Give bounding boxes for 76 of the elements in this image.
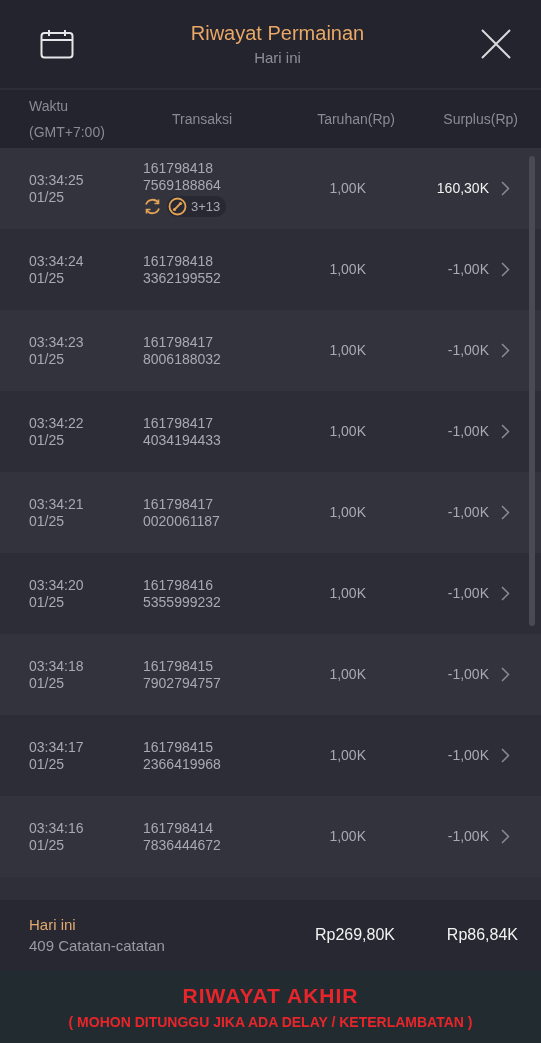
details-button[interactable] — [501, 424, 510, 439]
time-cell-text: 03:34:18 01/25 — [29, 657, 85, 692]
time-cell-text: 03:34:22 01/25 — [29, 414, 85, 449]
bonus-badge: 3+13 — [167, 196, 227, 217]
surplus-cell-text: -1,00K — [446, 828, 489, 845]
table-row[interactable]: 03:34:23 01/25 161798417 8006188032 1,00K -1,00K — [0, 310, 541, 391]
time-cell-text: 03:34:25 01/25 — [29, 171, 85, 206]
time-cell-text: 03:34:21 01/25 — [29, 495, 85, 530]
column-header: Transaksi — [172, 110, 234, 129]
page-title: Riwayat Permainan — [190, 22, 365, 45]
transaction-cell-text: 161798414 7836444672 — [143, 819, 222, 854]
record-count: 409 Catatan-catatan — [29, 937, 166, 954]
chevron-right-icon — [501, 748, 510, 763]
surplus-cell-text: -1,00K — [446, 423, 489, 440]
chevron-right-icon — [501, 667, 510, 682]
time-cell-text: 03:34:24 01/25 — [29, 252, 85, 287]
bet-cell-text: 1,00K — [328, 666, 366, 683]
column-header: Surplus(Rp) — [442, 110, 518, 129]
transaction-cell-text: 161798416 5355999232 — [143, 576, 222, 611]
banner-title: RIWAYAT AKHIR — [182, 983, 359, 1008]
chevron-right-icon — [501, 181, 510, 196]
column-header: Waktu (GMT+7:00) — [29, 97, 106, 142]
bet-cell-text: 1,00K — [328, 261, 366, 278]
surplus-cell-text: -1,00K — [446, 585, 489, 602]
table-row[interactable]: 03:34:21 01/25 161798417 0020061187 1,00K -1,00K — [0, 472, 541, 553]
surplus-cell-text: 160,30K — [435, 180, 489, 197]
column-header: Taruhan(Rp) — [316, 110, 395, 129]
chevron-right-icon — [501, 505, 510, 520]
page-subtitle: Hari ini — [254, 49, 301, 66]
chevron-right-icon — [501, 586, 510, 601]
calendar-button[interactable] — [40, 29, 74, 59]
time-cell-text: 03:34:17 01/25 — [29, 738, 85, 773]
bet-cell-text: 1,00K — [328, 180, 366, 197]
details-button[interactable] — [501, 505, 510, 520]
surplus-cell-text: -1,00K — [446, 261, 489, 278]
details-button[interactable] — [501, 748, 510, 763]
total-bet: Rp269,80K — [313, 926, 395, 944]
details-button[interactable] — [501, 343, 510, 358]
chevron-right-icon — [501, 829, 510, 844]
transaction-cell-text: 161798417 0020061187 — [143, 495, 221, 530]
bet-cell-text: 1,00K — [328, 342, 366, 359]
bet-cell-text: 1,00K — [328, 585, 366, 602]
details-button[interactable] — [501, 181, 510, 196]
transaction-cell-text: 161798417 8006188032 — [143, 333, 222, 368]
close-button[interactable] — [481, 29, 511, 59]
bet-cell-text: 1,00K — [328, 504, 366, 521]
chevron-right-icon — [501, 343, 510, 358]
scrollbar[interactable] — [529, 156, 535, 626]
bet-cell-text: 1,00K — [328, 423, 366, 440]
table-row[interactable]: 03:34:18 01/25 161798415 7902794757 1,00K -1,00K — [0, 634, 541, 715]
details-button[interactable] — [501, 262, 510, 277]
banner-note: ( MOHON DITUNGGU JIKA ADA DELAY / KETERLAMBATAN ) — [68, 1013, 473, 1030]
surplus-cell-text: -1,00K — [446, 504, 489, 521]
bet-cell-text: 1,00K — [328, 828, 366, 845]
chevron-right-icon — [501, 424, 510, 439]
transaction-cell-text: 161798418 7569188864 — [143, 160, 222, 194]
table-row[interactable]: 03:34:25 01/25 161798418 7569188864 3+13 1,00K 160,30K — [0, 148, 541, 229]
refresh-icon — [143, 197, 162, 216]
transaction-cell-text: 161798418 3362199552 — [143, 252, 222, 287]
surplus-cell-text: -1,00K — [446, 666, 489, 683]
time-cell-text: 03:34:23 01/25 — [29, 333, 85, 368]
bet-cell-text: 1,00K — [328, 747, 366, 764]
time-cell-text: 03:34:20 01/25 — [29, 576, 85, 611]
transaction-cell-text: 161798415 2366419968 — [143, 738, 222, 773]
surplus-cell-text: -1,00K — [446, 747, 489, 764]
transaction-cell-text: 161798415 7902794757 — [143, 657, 222, 692]
transaction-cell-text: 161798417 4034194433 — [143, 414, 222, 449]
total-surplus: Rp86,84K — [445, 926, 518, 944]
time-cell-text: 03:34:16 01/25 — [29, 819, 85, 854]
details-button[interactable] — [501, 667, 510, 682]
details-button[interactable] — [501, 829, 510, 844]
summary-period: Hari ini — [29, 916, 77, 933]
table-row[interactable]: 03:34:16 01/25 161798414 7836444672 1,00K -1,00K — [0, 796, 541, 877]
surplus-cell-text: -1,00K — [446, 342, 489, 359]
details-button[interactable] — [501, 586, 510, 601]
chevron-right-icon — [501, 262, 510, 277]
